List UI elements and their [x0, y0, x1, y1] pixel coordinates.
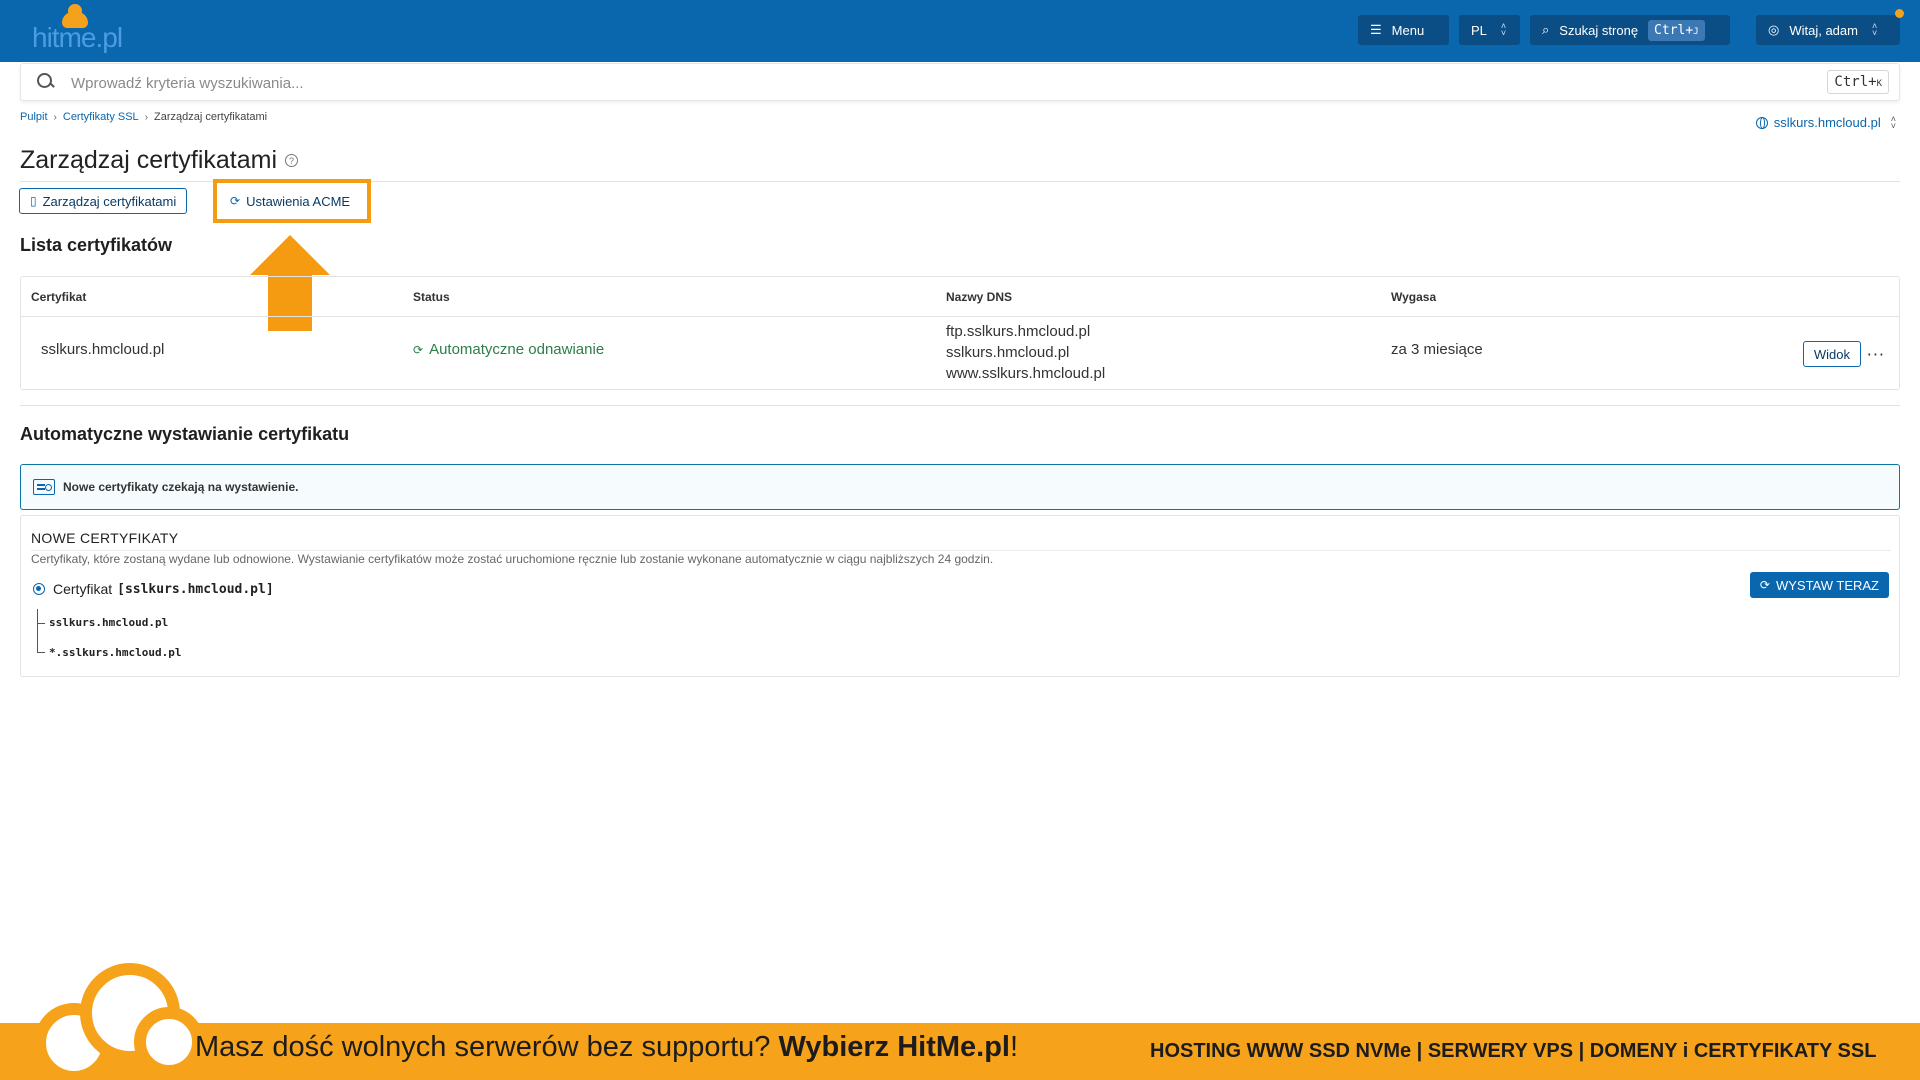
search-icon: [37, 73, 55, 91]
language-select[interactable]: PL ˄ ˅: [1459, 15, 1520, 45]
tab-manage-certificates[interactable]: ▯ Zarządzaj certyfikatami: [19, 188, 188, 214]
breadcrumb-item-pulpit[interactable]: Pulpit: [20, 111, 48, 123]
menu-label: Menu: [1391, 22, 1425, 38]
table-header: Certyfikat Status Nazwy DNS Wygasa: [21, 277, 1899, 317]
dns-name: www.sslkurs.hmcloud.pl: [946, 365, 1106, 382]
top-bar: hitme.pl ☰ Menu PL ˄ ˅ ⌕ Szukaj stronę Ct…: [0, 0, 1920, 62]
certificate-table: Certyfikat Status Nazwy DNS Wygasa sslku…: [20, 276, 1900, 390]
chevron-updown-icon: ˄ ˅: [1500, 21, 1507, 38]
page-title: Zarządzaj certyfikatami ?: [20, 146, 299, 175]
certificate-radio-option[interactable]: Certyfikat [sslkurs.hmcloud.pl]: [33, 581, 274, 597]
logo[interactable]: hitme.pl: [32, 4, 132, 53]
refresh-icon: ⟳: [413, 342, 424, 357]
breadcrumb: Pulpit › Certyfikaty SSL › Zarządzaj cer…: [20, 111, 267, 123]
shortcut-badge: Ctrl+J: [1648, 19, 1705, 41]
cert-list-title: Lista certyfikatów: [20, 235, 173, 255]
highlight-box: [213, 179, 371, 223]
search-input[interactable]: [71, 72, 1571, 94]
status-text: Automatyczne odnawianie: [429, 341, 605, 358]
status-badge: ⟳ Automatyczne odnawianie: [413, 341, 604, 358]
chevron-updown-icon: ˄ ˅: [1890, 113, 1896, 131]
user-menu-button[interactable]: ◎ Witaj, adam ˄ ˅: [1756, 9, 1904, 45]
banner-text-end: !: [1010, 1031, 1019, 1063]
document-icon: ▯: [30, 194, 37, 208]
chevron-updown-icon: ˄ ˅: [1871, 21, 1878, 38]
cert-name: sslkurs.hmcloud.pl: [41, 341, 165, 358]
tree-leaf-domain: *.sslkurs.hmcloud.pl: [49, 646, 182, 659]
expires-value: za 3 miesiące: [1391, 341, 1483, 358]
cert-label: Certyfikat: [53, 581, 113, 597]
new-certificates-card: NOWE CERTYFIKATY Certyfikaty, które zost…: [20, 515, 1900, 677]
column-header: Certyfikat: [31, 290, 87, 304]
divider: [31, 550, 1891, 551]
domain-select-value: sslkurs.hmcloud.pl: [1773, 115, 1881, 130]
globe-icon: [1755, 116, 1768, 129]
user-icon: ◎: [1768, 22, 1780, 37]
banner-services: HOSTING WWW SSD NVMe | SERWERY VPS | DOM…: [1150, 1040, 1877, 1062]
logo-text: hitme.pl: [32, 22, 123, 53]
tree-branch: [37, 652, 45, 653]
banner-text: Masz dość wolnych serwerów bez supportu?: [195, 1031, 771, 1063]
banner-bold-text: Wybierz HitMe.pl: [778, 1031, 1011, 1063]
banner-headline: Masz dość wolnych serwerów bez supportu?…: [195, 1031, 1018, 1064]
chevron-right-icon: ›: [144, 111, 149, 123]
cert-name: [sslkurs.hmcloud.pl]: [117, 581, 274, 597]
page-search-button[interactable]: ⌕ Szukaj stronę Ctrl+J: [1530, 15, 1730, 45]
more-options-icon[interactable]: ···: [1867, 345, 1885, 364]
radio-button[interactable]: [33, 583, 45, 595]
issue-now-button[interactable]: ⟳ WYSTAW TERAZ: [1749, 572, 1889, 598]
chevron-right-icon: ›: [53, 111, 57, 123]
tab-label: Zarządzaj certyfikatami: [42, 193, 177, 209]
domain-select[interactable]: sslkurs.hmcloud.pl ˄ ˅: [1755, 113, 1896, 131]
tree-line: [37, 609, 38, 653]
info-text: Nowe certyfikaty czekają na wystawienie.: [63, 480, 299, 494]
dns-name: ftp.sslkurs.hmcloud.pl: [946, 323, 1091, 340]
view-button[interactable]: Widok: [1802, 341, 1861, 367]
dns-name: sslkurs.hmcloud.pl: [946, 344, 1070, 361]
divider: [20, 405, 1900, 406]
column-header: Wygasa: [1391, 290, 1437, 304]
issue-now-label: WYSTAW TERAZ: [1775, 577, 1879, 593]
menu-button[interactable]: ☰ Menu: [1358, 15, 1449, 45]
new-certificates-heading: NOWE CERTYFIKATY: [31, 530, 179, 546]
dns-names: ftp.sslkurs.hmcloud.pl sslkurs.hmcloud.p…: [946, 321, 1105, 384]
search-icon: ⌕: [1542, 22, 1550, 37]
certificate-icon: [33, 479, 55, 495]
global-search: Ctrl+K: [20, 63, 1900, 101]
banner-cloud-icon: [34, 963, 204, 1080]
column-header: Status: [413, 290, 450, 304]
tree-branch: [37, 623, 45, 624]
auto-issue-title: Automatyczne wystawianie certyfikatu: [20, 424, 350, 444]
page-title-text: Zarządzaj certyfikatami: [20, 146, 278, 174]
help-icon[interactable]: ?: [285, 154, 299, 167]
column-header: Nazwy DNS: [946, 290, 1013, 304]
search-shortcut-badge: Ctrl+K: [1827, 70, 1889, 94]
hamburger-icon: ☰: [1370, 22, 1382, 37]
breadcrumb-current: Zarządzaj certyfikatami: [154, 111, 268, 123]
refresh-icon: ⟳: [1759, 578, 1770, 592]
breadcrumb-item-ssl[interactable]: Certyfikaty SSL: [63, 111, 139, 123]
language-label: PL: [1471, 22, 1487, 38]
info-alert: Nowe certyfikaty czekają na wystawienie.: [20, 464, 1900, 510]
page-search-label: Szukaj stronę: [1559, 22, 1639, 38]
tree-leaf-domain: sslkurs.hmcloud.pl: [49, 616, 169, 629]
user-label: Witaj, adam: [1789, 22, 1858, 38]
notification-dot: [1895, 9, 1904, 18]
new-certificates-description: Certyfikaty, które zostaną wydane lub od…: [31, 552, 994, 566]
